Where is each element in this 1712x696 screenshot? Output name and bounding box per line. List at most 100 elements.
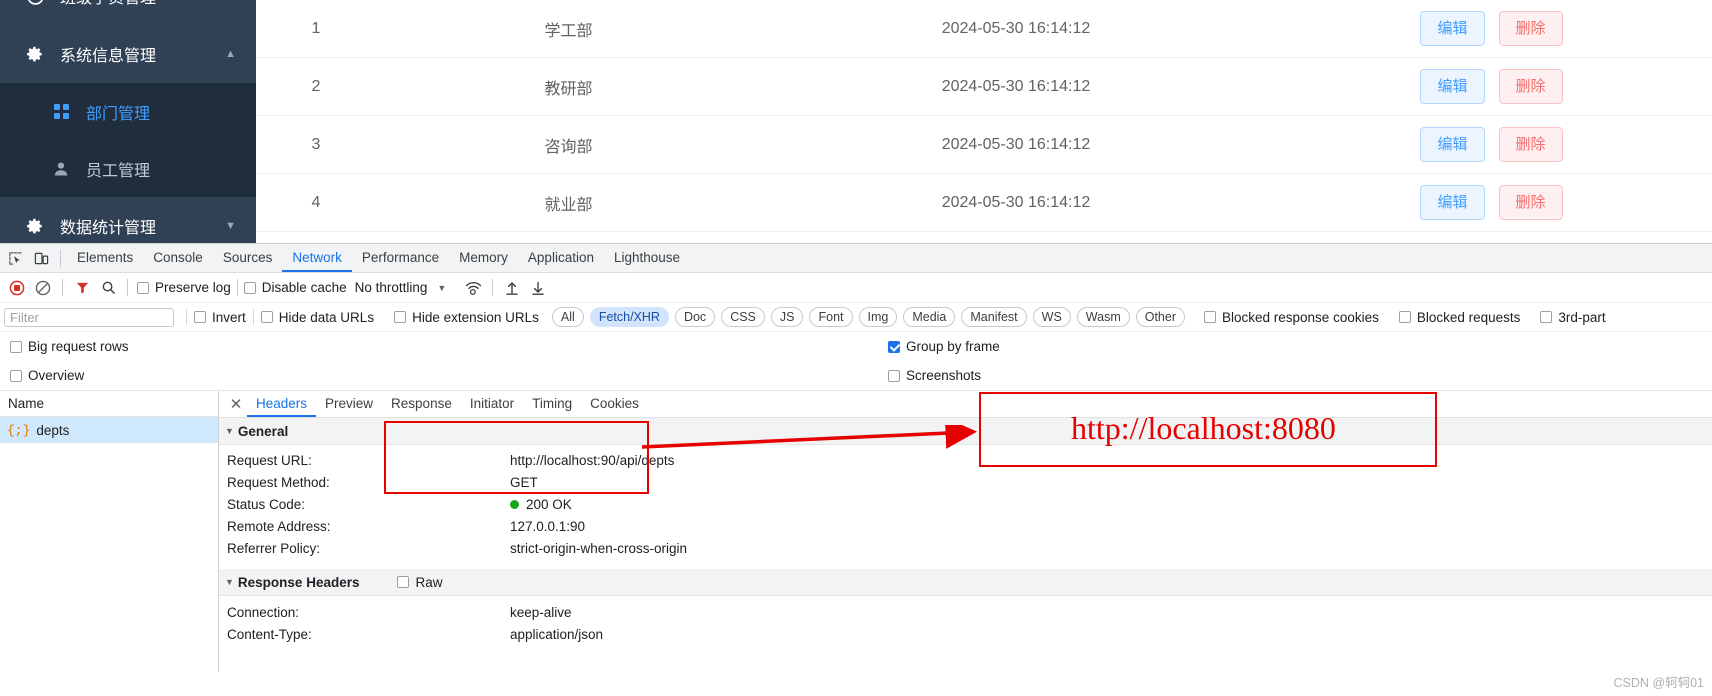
header-key: Content-Type:: [227, 626, 312, 642]
hide-extension-urls-checkbox[interactable]: Hide extension URLs: [394, 310, 539, 325]
header-key: Referrer Policy:: [227, 540, 321, 556]
screenshots-label: Screenshots: [906, 368, 982, 383]
filter-chip-media[interactable]: Media: [903, 307, 956, 327]
detail-tab-timing[interactable]: Timing: [523, 391, 581, 417]
delete-button[interactable]: 删除: [1498, 127, 1563, 162]
status-dot-icon: [510, 500, 519, 510]
chevron-down-icon[interactable]: ▼: [437, 283, 446, 293]
filter-chip-ws[interactable]: WS: [1032, 307, 1071, 327]
delete-button[interactable]: 删除: [1498, 11, 1563, 46]
invert-checkbox[interactable]: Invert: [194, 310, 246, 325]
request-name: depts: [36, 422, 70, 438]
filter-chip-manifest[interactable]: Manifest: [961, 307, 1027, 327]
resource-type-chips: All Fetch/XHR Doc CSS JS Font Img Media Manifest…: [549, 307, 1188, 327]
devtools-panel: Elements Console Sources Network Performance…: [0, 243, 1712, 696]
filter-chip-wasm[interactable]: Wasm: [1076, 307, 1130, 327]
response-headers-section-header[interactable]: ▼ Response Headers Raw: [219, 569, 1712, 596]
sidebar-item-class-student[interactable]: 班级学员管理 ▼: [0, 0, 256, 25]
throttling-select[interactable]: No throttling: [355, 280, 428, 295]
raw-checkbox[interactable]: Raw: [397, 575, 443, 590]
user-icon: [48, 161, 74, 177]
group-by-frame-row: Group by frame: [888, 332, 1000, 361]
blocked-requests-checkbox[interactable]: Blocked requests: [1398, 310, 1520, 325]
delete-button[interactable]: 删除: [1498, 185, 1563, 220]
preserve-log-label: Preserve log: [155, 280, 231, 295]
export-har-icon[interactable]: [525, 275, 551, 301]
tab-sources[interactable]: Sources: [213, 244, 283, 272]
tab-lighthouse[interactable]: Lighthouse: [604, 244, 690, 272]
third-party-checkbox[interactable]: 3rd-part: [1540, 309, 1606, 325]
third-party-label: 3rd-part: [1558, 309, 1606, 325]
checkbox-box: [243, 281, 256, 294]
close-icon[interactable]: ✕: [225, 393, 247, 415]
filter-chip-font[interactable]: Font: [809, 307, 853, 327]
header-value: 200 OK: [510, 497, 572, 512]
edit-button[interactable]: 编辑: [1420, 69, 1485, 104]
checkbox-box: [888, 340, 900, 353]
inspect-element-icon[interactable]: [2, 245, 28, 271]
screenshots-checkbox[interactable]: Screenshots: [888, 368, 981, 383]
cell-id: 4: [256, 173, 376, 232]
response-headers-kv-list: Connection: keep-alive Content-Type: applic…: [219, 596, 1712, 645]
filter-chip-doc[interactable]: Doc: [674, 307, 716, 327]
tab-network[interactable]: Network: [282, 244, 352, 272]
checkbox-box: [10, 340, 22, 353]
detail-tabbar: ✕ Headers Preview Response Initiator Timing C…: [219, 391, 1712, 418]
filter-chip-all[interactable]: All: [551, 307, 584, 327]
import-har-icon[interactable]: [499, 275, 525, 301]
filter-input[interactable]: [4, 307, 174, 327]
cell-id: 3: [256, 115, 376, 174]
tab-elements[interactable]: Elements: [67, 244, 143, 272]
filter-chip-other[interactable]: Other: [1135, 307, 1185, 327]
request-list-item[interactable]: {;} depts: [0, 417, 218, 443]
edit-button[interactable]: 编辑: [1420, 185, 1485, 220]
edit-button[interactable]: 编辑: [1420, 127, 1485, 162]
sidebar-item-department-management[interactable]: 部门管理: [0, 83, 256, 140]
tab-memory[interactable]: Memory: [449, 244, 518, 272]
hide-data-urls-checkbox[interactable]: Hide data URLs: [260, 309, 375, 325]
filter-chip-js[interactable]: JS: [770, 307, 804, 327]
divider: [252, 309, 254, 325]
cell-id: 2: [256, 57, 376, 116]
detail-tab-response[interactable]: Response: [382, 391, 461, 417]
delete-button[interactable]: 删除: [1498, 69, 1563, 104]
detail-tab-headers[interactable]: Headers: [247, 391, 316, 417]
header-key: Connection:: [227, 604, 300, 620]
cell-time: 2024-05-30 16:14:12: [761, 173, 1271, 232]
filter-chip-img[interactable]: Img: [858, 307, 898, 327]
cell-actions: 编辑删除: [1271, 231, 1712, 243]
group-by-frame-checkbox[interactable]: Group by frame: [888, 339, 1000, 354]
tab-performance[interactable]: Performance: [352, 244, 449, 272]
tab-application[interactable]: Application: [518, 244, 604, 272]
clear-button[interactable]: [30, 275, 56, 301]
edit-button[interactable]: 编辑: [1420, 11, 1485, 46]
record-button[interactable]: [4, 275, 30, 301]
detail-tab-initiator[interactable]: Initiator: [461, 391, 523, 417]
overview-label: Overview: [28, 368, 85, 383]
disable-cache-checkbox[interactable]: Disable cache: [243, 280, 347, 295]
detail-tab-preview[interactable]: Preview: [316, 391, 382, 417]
blocked-response-cookies-checkbox[interactable]: Blocked response cookies: [1204, 310, 1379, 325]
search-icon[interactable]: [95, 275, 121, 301]
network-conditions-icon[interactable]: [460, 275, 486, 301]
sidebar-item-system-info[interactable]: 系统信息管理 ▲: [0, 25, 256, 83]
sidebar-item-employee-management[interactable]: 员工管理: [0, 140, 256, 197]
header-row: Connection: keep-alive: [219, 601, 1712, 623]
device-toolbar-icon[interactable]: [28, 245, 54, 271]
hide-data-urls-label: Hide data URLs: [278, 309, 375, 325]
sidebar-item-data-statistics[interactable]: 数据统计管理 ▼: [0, 197, 256, 243]
cell-time: 2024-05-30 16:14:12: [761, 57, 1271, 116]
filter-icon[interactable]: [69, 275, 95, 301]
sidebar-item-label: 系统信息管理: [60, 48, 157, 65]
detail-tab-cookies[interactable]: Cookies: [581, 391, 648, 417]
request-list-pane: Name {;} depts: [0, 391, 219, 672]
divider: [60, 249, 61, 267]
filter-chip-fetch-xhr[interactable]: Fetch/XHR: [589, 307, 669, 327]
overview-checkbox[interactable]: Overview: [10, 368, 84, 383]
cell-actions: 编辑删除: [1271, 57, 1712, 116]
big-request-rows-checkbox[interactable]: Big request rows: [10, 339, 129, 354]
preserve-log-checkbox[interactable]: Preserve log: [137, 280, 231, 295]
tab-console[interactable]: Console: [143, 244, 213, 272]
filter-chip-css[interactable]: CSS: [721, 307, 765, 327]
cell-id: 5: [256, 231, 376, 243]
